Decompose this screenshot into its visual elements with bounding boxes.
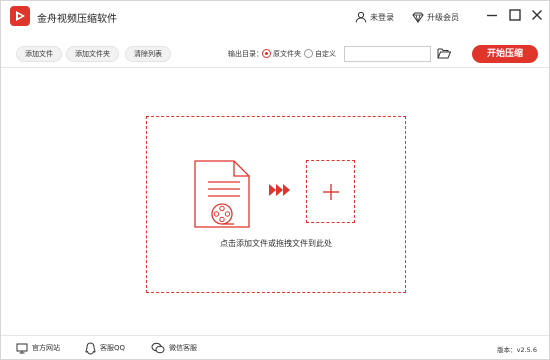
start-compress-button[interactable]: 开始压缩 bbox=[472, 45, 538, 63]
qq-support-link[interactable]: 客服QQ bbox=[85, 341, 125, 355]
folder-open-icon bbox=[437, 48, 452, 59]
close-button[interactable] bbox=[530, 8, 544, 22]
official-website-label: 官方网站 bbox=[32, 344, 60, 352]
wechat-support-label: 微信客服 bbox=[169, 344, 197, 352]
toolbar: 添加文件 添加文件夹 清除列表 输出目录： 原文件夹 自定义 开始压缩 bbox=[1, 41, 549, 67]
video-file-icon bbox=[194, 160, 250, 228]
app-window: 金舟视频压缩软件 未登录 升级会员 添加文件 添加文件夹 清除列表 输出目录： … bbox=[0, 0, 550, 360]
upgrade-vip-button[interactable]: 升级会员 bbox=[412, 1, 459, 33]
title-bar: 金舟视频压缩软件 未登录 升级会员 bbox=[1, 1, 549, 33]
user-icon bbox=[355, 11, 367, 23]
login-button[interactable]: 未登录 bbox=[355, 1, 394, 33]
home-monitor-icon bbox=[16, 343, 28, 353]
radio-original-folder[interactable] bbox=[262, 49, 271, 58]
clear-list-button[interactable]: 清除列表 bbox=[125, 46, 171, 62]
minimize-icon bbox=[487, 14, 497, 17]
qq-icon bbox=[85, 341, 96, 355]
close-icon bbox=[532, 10, 542, 20]
app-title: 金舟视频压缩软件 bbox=[37, 14, 117, 25]
maximize-icon bbox=[509, 9, 521, 21]
plus-icon bbox=[322, 183, 339, 200]
arrows-right-icon bbox=[269, 184, 290, 196]
radio-custom-label[interactable]: 自定义 bbox=[315, 49, 336, 59]
footer-divider bbox=[1, 335, 549, 336]
browse-folder-button[interactable] bbox=[437, 47, 452, 59]
output-path-input[interactable] bbox=[344, 46, 431, 62]
qq-support-label: 客服QQ bbox=[100, 344, 126, 352]
wechat-support-link[interactable]: 微信客服 bbox=[151, 341, 197, 355]
footer: 官方网站 客服QQ 微信客服 版本：v2.5.6 bbox=[1, 337, 549, 359]
drop-zone[interactable] bbox=[146, 116, 406, 293]
add-file-button[interactable]: 添加文件 bbox=[16, 46, 62, 62]
vip-diamond-icon bbox=[412, 12, 424, 23]
output-dir-label: 输出目录： bbox=[228, 50, 263, 58]
radio-original-folder-label[interactable]: 原文件夹 bbox=[273, 49, 301, 59]
wechat-icon bbox=[151, 342, 165, 354]
radio-custom[interactable] bbox=[304, 49, 313, 58]
maximize-button[interactable] bbox=[508, 8, 522, 22]
login-label: 未登录 bbox=[370, 12, 394, 22]
official-website-link[interactable]: 官方网站 bbox=[16, 341, 60, 355]
minimize-button[interactable] bbox=[485, 8, 499, 22]
add-file-box[interactable] bbox=[306, 160, 355, 223]
drop-hint: 点击添加文件或拖拽文件到此处 bbox=[220, 239, 332, 248]
app-logo-icon bbox=[10, 6, 30, 26]
vip-label: 升级会员 bbox=[427, 12, 459, 22]
toolbar-divider bbox=[1, 67, 549, 68]
add-folder-button[interactable]: 添加文件夹 bbox=[66, 46, 119, 62]
version-label: 版本：v2.5.6 bbox=[497, 346, 537, 354]
